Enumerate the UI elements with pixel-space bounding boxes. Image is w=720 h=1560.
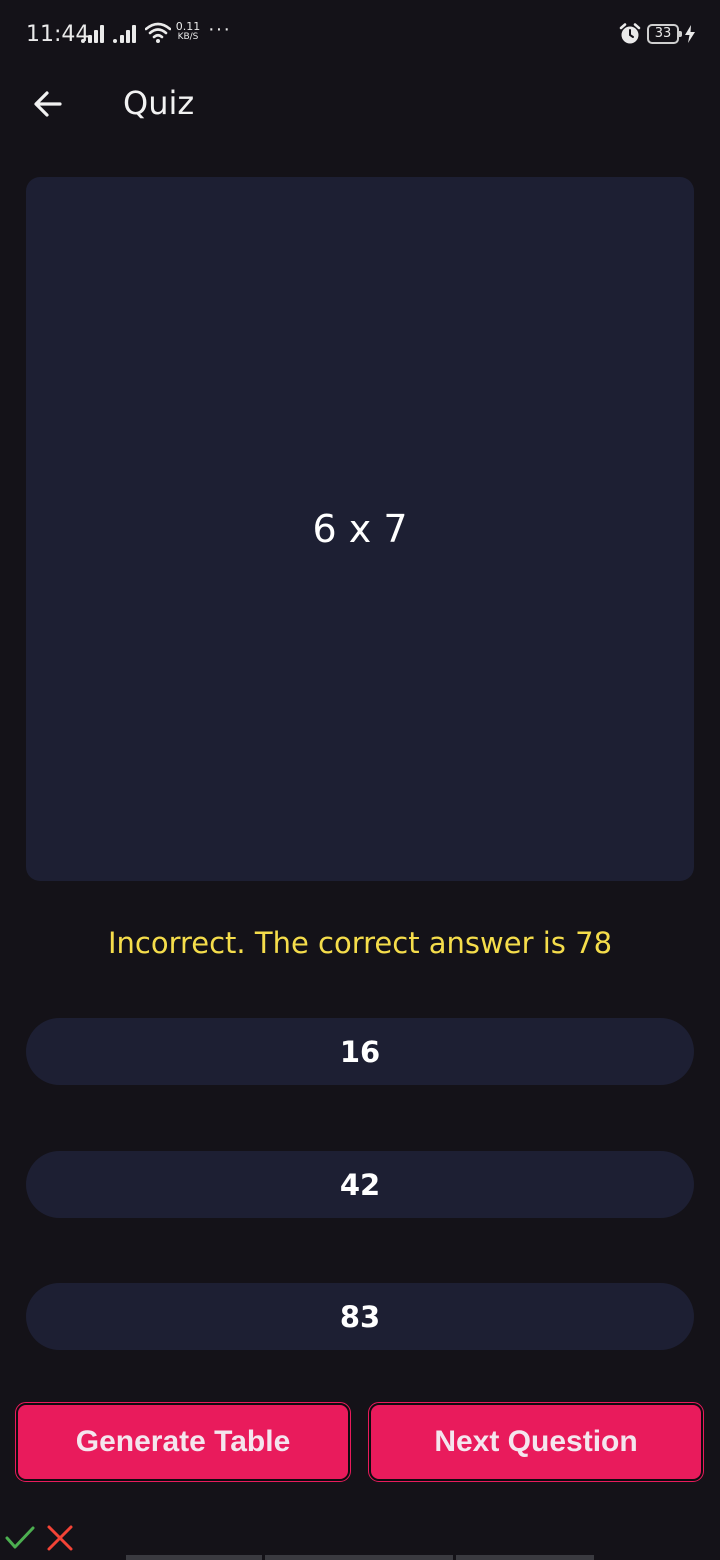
signal-1-icon [81,25,104,43]
net-speed-value: 0.11 [175,20,201,33]
signal-2-icon [113,25,136,43]
back-arrow-icon [34,91,62,117]
wifi-icon [145,22,171,43]
nav-hint-segment-1 [126,1555,262,1560]
generate-table-button[interactable]: Generate Table [15,1402,351,1482]
quiz-screen: 11:44 0.11 KB/S ··· 33 Quiz 6 x 7 Incorr… [0,0,720,1560]
cross-icon [47,1525,73,1551]
answer-feedback: Incorrect. The correct answer is 78 [107,926,613,960]
answer-option-1[interactable]: 16 [26,1018,694,1085]
net-speed: 0.11 KB/S [174,20,202,42]
nav-hint-segment-3 [456,1555,594,1560]
score-indicator [5,1525,73,1551]
question-text: 6 x 7 [312,507,408,551]
check-icon [5,1526,35,1549]
charging-bolt-icon [685,25,695,43]
net-speed-unit: KB/S [177,32,199,42]
next-question-button[interactable]: Next Question [368,1402,704,1482]
back-button[interactable] [20,76,76,132]
alarm-icon [619,23,641,44]
status-bar: 11:44 0.11 KB/S ··· 33 [0,0,720,70]
nav-hint-segment-2 [265,1555,453,1560]
question-card: 6 x 7 [26,177,694,881]
answer-option-3[interactable]: 83 [26,1283,694,1350]
more-notifications-icon: ··· [208,18,231,40]
answer-option-2[interactable]: 42 [26,1151,694,1218]
battery-icon: 33 [647,24,682,44]
app-bar: Quiz [0,70,720,138]
page-title: Quiz [123,84,195,122]
